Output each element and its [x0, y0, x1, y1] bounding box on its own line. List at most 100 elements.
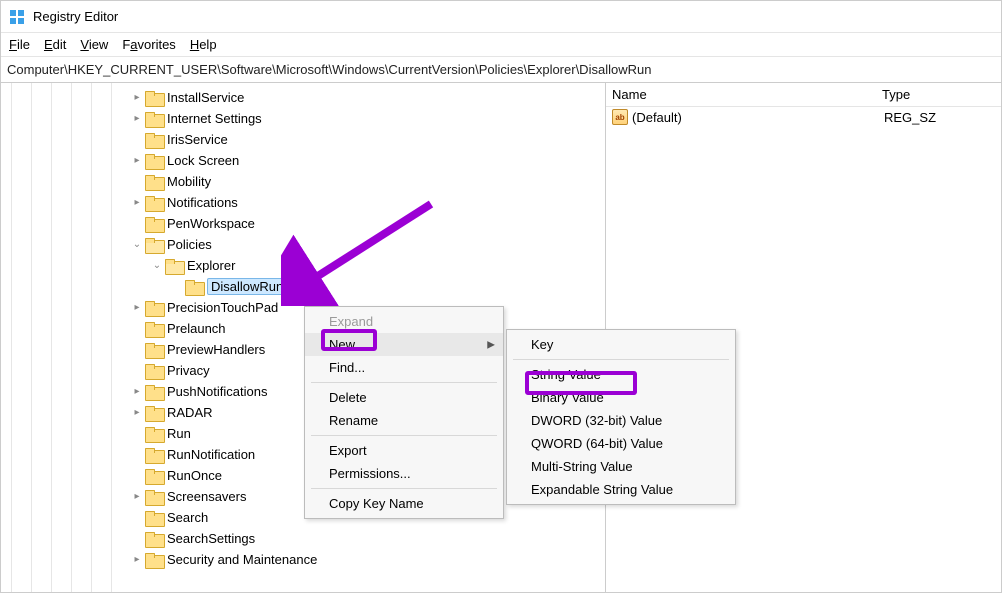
tree-item-label: Lock Screen: [167, 153, 239, 168]
tree-item-label: Prelaunch: [167, 321, 226, 336]
folder-icon: [145, 427, 163, 441]
tree-item[interactable]: Mobility: [1, 171, 605, 192]
value-type: REG_SZ: [884, 110, 995, 125]
tree-item-label: InstallService: [167, 90, 244, 105]
expand-icon[interactable]: ▸: [131, 92, 143, 103]
column-header-type[interactable]: Type: [882, 87, 995, 102]
expand-icon[interactable]: ▸: [131, 386, 143, 397]
expand-icon[interactable]: ⌄: [131, 239, 143, 250]
ctx-new-expandable[interactable]: Expandable String Value: [507, 478, 735, 501]
ctx-expand: Expand: [305, 310, 503, 333]
folder-icon: [145, 511, 163, 525]
separator: [513, 359, 729, 360]
tree-item[interactable]: IrisService: [1, 129, 605, 150]
folder-icon: [145, 532, 163, 546]
ctx-permissions[interactable]: Permissions...: [305, 462, 503, 485]
expand-icon[interactable]: ▸: [131, 407, 143, 418]
separator: [311, 488, 497, 489]
tree-item[interactable]: ▸ PrecisionTouchPad: [1, 297, 605, 318]
tree-item[interactable]: ⌄ Policies: [1, 234, 605, 255]
tree-item[interactable]: ▸ Security and Maintenance: [1, 549, 605, 570]
context-submenu-new: Key String Value Binary Value DWORD (32-…: [506, 329, 736, 505]
ctx-export[interactable]: Export: [305, 439, 503, 462]
tree-item-label: PreviewHandlers: [167, 342, 265, 357]
tree-item-label: IrisService: [167, 132, 228, 147]
tree-item-label: PrecisionTouchPad: [167, 300, 278, 315]
folder-icon: [145, 385, 163, 399]
ctx-delete[interactable]: Delete: [305, 386, 503, 409]
address-path: Computer\HKEY_CURRENT_USER\Software\Micr…: [7, 62, 651, 77]
expand-icon[interactable]: ▸: [131, 554, 143, 565]
expand-icon[interactable]: ▸: [131, 155, 143, 166]
folder-icon: [145, 238, 163, 252]
ctx-copykey[interactable]: Copy Key Name: [305, 492, 503, 515]
expand-icon[interactable]: ▸: [131, 302, 143, 313]
tree-item-label: Internet Settings: [167, 111, 262, 126]
expand-icon[interactable]: ▸: [131, 197, 143, 208]
tree-item[interactable]: ▸Notifications: [1, 192, 605, 213]
ctx-find[interactable]: Find...: [305, 356, 503, 379]
ctx-new-string[interactable]: String Value: [507, 363, 735, 386]
menu-view[interactable]: View: [80, 37, 108, 52]
menubar: File Edit View Favorites Help: [1, 33, 1001, 57]
menu-file[interactable]: File: [9, 37, 30, 52]
value-name: (Default): [632, 110, 884, 125]
app-icon: [9, 9, 25, 25]
tree-item-label: RADAR: [167, 405, 213, 420]
window-title: Registry Editor: [33, 9, 118, 24]
tree-item[interactable]: ▸ InstallService: [1, 87, 605, 108]
tree-item-label: Security and Maintenance: [167, 552, 317, 567]
ctx-new-qword[interactable]: QWORD (64-bit) Value: [507, 432, 735, 455]
folder-icon: [165, 259, 183, 273]
tree-item-label: Mobility: [167, 174, 211, 189]
folder-icon: [145, 322, 163, 336]
folder-icon: [145, 406, 163, 420]
expand-icon[interactable]: ▸: [131, 113, 143, 124]
ctx-rename[interactable]: Rename: [305, 409, 503, 432]
ctx-new-key[interactable]: Key: [507, 333, 735, 356]
tree-item-label: Privacy: [167, 363, 210, 378]
menu-favorites[interactable]: Favorites: [122, 37, 175, 52]
menu-help[interactable]: Help: [190, 37, 217, 52]
tree-item-label: Policies: [167, 237, 212, 252]
tree-item-label: Explorer: [187, 258, 235, 273]
folder-icon: [185, 280, 203, 294]
values-header: Name Type: [606, 83, 1001, 107]
folder-icon: [145, 364, 163, 378]
tree-item-label: SearchSettings: [167, 531, 255, 546]
tree-item[interactable]: ▸ Internet Settings: [1, 108, 605, 129]
column-header-name[interactable]: Name: [612, 87, 882, 102]
tree-item-label: Screensavers: [167, 489, 246, 504]
context-menu: Expand New ▶ Find... Delete Rename Expor…: [304, 306, 504, 519]
titlebar: Registry Editor: [1, 1, 1001, 33]
tree-item-label: RunNotification: [167, 447, 255, 462]
tree-item-label: PushNotifications: [167, 384, 267, 399]
folder-icon: [145, 112, 163, 126]
tree-item-label: Run: [167, 426, 191, 441]
folder-icon: [145, 490, 163, 504]
address-bar[interactable]: Computer\HKEY_CURRENT_USER\Software\Micr…: [1, 57, 1001, 83]
folder-icon: [145, 133, 163, 147]
tree-item[interactable]: ▸ Lock Screen: [1, 150, 605, 171]
ctx-new-binary[interactable]: Binary Value: [507, 386, 735, 409]
tree-item[interactable]: DisallowRun: [1, 276, 605, 297]
folder-icon: [145, 196, 163, 210]
tree-item[interactable]: Search: [1, 507, 605, 528]
value-row[interactable]: ab (Default) REG_SZ: [606, 107, 1001, 127]
tree-item-label: PenWorkspace: [167, 216, 255, 231]
ctx-new[interactable]: New ▶: [305, 333, 503, 356]
expand-icon[interactable]: ⌄: [151, 260, 163, 271]
tree-item[interactable]: ⌄ Explorer: [1, 255, 605, 276]
ctx-new-multi[interactable]: Multi-String Value: [507, 455, 735, 478]
tree-item[interactable]: SearchSettings: [1, 528, 605, 549]
expand-icon[interactable]: ▸: [131, 491, 143, 502]
separator: [311, 435, 497, 436]
folder-icon: [145, 217, 163, 231]
menu-edit[interactable]: Edit: [44, 37, 66, 52]
folder-icon: [145, 91, 163, 105]
submenu-arrow-icon: ▶: [487, 339, 495, 350]
folder-icon: [145, 448, 163, 462]
tree-item[interactable]: PenWorkspace: [1, 213, 605, 234]
ctx-new-dword[interactable]: DWORD (32-bit) Value: [507, 409, 735, 432]
separator: [311, 382, 497, 383]
